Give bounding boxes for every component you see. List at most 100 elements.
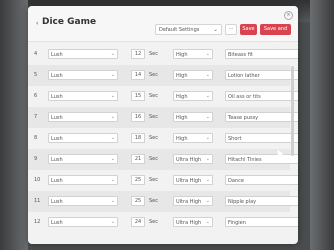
chevron-down-icon: ⌄	[110, 93, 115, 99]
action-select[interactable]: Oil ass or tits ⌄	[225, 91, 298, 101]
duration-unit: Sec	[149, 177, 158, 183]
chevron-down-icon: ⌄	[110, 177, 115, 183]
row-number: 6	[34, 93, 38, 99]
scrollbar[interactable]	[291, 66, 294, 156]
intensity-select[interactable]: Ultra High ⌄	[173, 154, 213, 164]
intensity-select[interactable]: Ultra High ⌄	[173, 196, 213, 206]
close-icon[interactable]: ×	[284, 11, 293, 20]
toy-select[interactable]: Lush ⌄	[48, 112, 118, 122]
chevron-down-icon: ⌄	[205, 135, 210, 141]
rule-row: 12 Lush ⌄ 24 Sec Ultra High ⌄ Fingien ⌄	[28, 212, 298, 233]
intensity-select[interactable]: Ultra High ⌄	[173, 217, 213, 227]
chevron-down-icon: ⌄	[110, 51, 115, 57]
chevron-down-icon: ⌄	[205, 51, 210, 57]
action-value: Dance	[228, 178, 244, 184]
action-value: Hitachi Tinies	[228, 157, 262, 163]
chevron-down-icon: ⌄	[205, 219, 210, 225]
duration-input[interactable]: 25	[131, 196, 145, 206]
intensity-value: High	[176, 52, 188, 58]
row-number: 9	[34, 156, 38, 162]
dialog-header: ‹ Dice Game Default Settings ⌄ ··· Save …	[28, 6, 298, 43]
chevron-down-icon: ⌄	[205, 93, 210, 99]
preset-label: Default Settings	[159, 27, 200, 33]
dice-game-dialog: ‹ Dice Game Default Settings ⌄ ··· Save …	[28, 6, 298, 244]
toy-select[interactable]: Lush ⌄	[48, 154, 118, 164]
intensity-value: High	[176, 136, 188, 142]
action-value: Lotion lather	[228, 73, 260, 79]
save-and-start-button[interactable]: Save and Start	[260, 24, 291, 43]
intensity-select[interactable]: High ⌄	[173, 112, 213, 122]
intensity-select[interactable]: High ⌄	[173, 49, 213, 59]
more-options-button[interactable]: ···	[225, 24, 237, 35]
row-number: 11	[34, 198, 41, 204]
action-select[interactable]: Fingien ⌄	[225, 217, 298, 227]
rule-row: 9 Lush ⌄ 21 Sec Ultra High ⌄ Hitachi Tin…	[28, 149, 298, 170]
duration-unit: Sec	[149, 219, 158, 225]
row-number: 8	[34, 135, 38, 141]
intensity-select[interactable]: High ⌄	[173, 91, 213, 101]
toy-value: Lush	[51, 73, 63, 79]
action-value: Nipple play	[228, 199, 257, 205]
intensity-value: Ultra High	[176, 220, 202, 226]
toy-value: Lush	[51, 157, 63, 163]
rule-row: 11 Lush ⌄ 25 Sec Ultra High ⌄ Nipple pla…	[28, 191, 298, 212]
intensity-value: High	[176, 115, 188, 121]
rule-row: 8 Lush ⌄ 18 Sec High ⌄ Short ⌄	[28, 128, 298, 149]
action-select[interactable]: Nipple play ⌄	[225, 196, 298, 206]
row-number: 5	[34, 72, 38, 78]
save-button[interactable]: Save	[240, 24, 257, 35]
rule-row: 10 Lush ⌄ 25 Sec Ultra High ⌄ Dance ⌄	[28, 170, 298, 191]
duration-input[interactable]: 18	[131, 133, 145, 143]
intensity-select[interactable]: High ⌄	[173, 70, 213, 80]
duration-unit: Sec	[149, 72, 158, 78]
toy-select[interactable]: Lush ⌄	[48, 91, 118, 101]
toy-select[interactable]: Lush ⌄	[48, 49, 118, 59]
row-number: 12	[34, 219, 41, 225]
background-right	[310, 0, 334, 250]
chevron-down-icon: ⌄	[205, 156, 210, 162]
dialog-title: Dice Game	[42, 17, 97, 27]
action-value: Biteass fit	[228, 52, 253, 58]
action-select[interactable]: Tease pussy ⌄	[225, 112, 298, 122]
duration-unit: Sec	[149, 93, 158, 99]
chevron-down-icon: ⌄	[205, 72, 210, 78]
intensity-value: Ultra High	[176, 178, 202, 184]
back-arrow-icon[interactable]: ‹	[36, 20, 38, 27]
chevron-down-icon: ⌄	[110, 198, 115, 204]
preset-select[interactable]: Default Settings ⌄	[155, 24, 222, 35]
duration-unit: Sec	[149, 114, 158, 120]
duration-input[interactable]: 16	[131, 112, 145, 122]
duration-input[interactable]: 24	[131, 217, 145, 227]
chevron-down-icon: ⌄	[110, 72, 115, 78]
action-value: Tease pussy	[228, 115, 259, 121]
duration-input[interactable]: 25	[131, 175, 145, 185]
duration-input[interactable]: 15	[131, 91, 145, 101]
action-select[interactable]: Dance ⌄	[225, 175, 298, 185]
chevron-down-icon: ⌄	[110, 219, 115, 225]
rule-row: 5 Lush ⌄ 14 Sec High ⌄ Lotion lather ⌄	[28, 65, 298, 86]
duration-input[interactable]: 21	[131, 154, 145, 164]
action-select[interactable]: Lotion lather ⌄	[225, 70, 298, 80]
action-value: Oil ass or tits	[228, 94, 261, 100]
duration-input[interactable]: 14	[131, 70, 145, 80]
chevron-down-icon: ⌄	[205, 177, 210, 183]
toy-value: Lush	[51, 220, 63, 226]
toy-select[interactable]: Lush ⌄	[48, 175, 118, 185]
action-select[interactable]: Biteass fit ⌄	[225, 49, 298, 59]
intensity-select[interactable]: High ⌄	[173, 133, 213, 143]
toy-select[interactable]: Lush ⌄	[48, 133, 118, 143]
toy-value: Lush	[51, 94, 63, 100]
toy-select[interactable]: Lush ⌄	[48, 217, 118, 227]
action-select[interactable]: Short ⌄	[225, 133, 298, 143]
toy-select[interactable]: Lush ⌄	[48, 196, 118, 206]
rule-row: 6 Lush ⌄ 15 Sec High ⌄ Oil ass or tits ⌄	[28, 86, 298, 107]
action-value: Short	[228, 136, 242, 142]
chevron-down-icon: ⌄	[205, 114, 210, 120]
duration-input[interactable]: 12	[131, 49, 145, 59]
action-select[interactable]: Hitachi Tinies ⌄	[225, 154, 298, 164]
row-number: 4	[34, 51, 38, 57]
intensity-select[interactable]: Ultra High ⌄	[173, 175, 213, 185]
rule-row: 4 Lush ⌄ 12 Sec High ⌄ Biteass fit ⌄	[28, 44, 298, 65]
row-number: 7	[34, 114, 38, 120]
toy-select[interactable]: Lush ⌄	[48, 70, 118, 80]
